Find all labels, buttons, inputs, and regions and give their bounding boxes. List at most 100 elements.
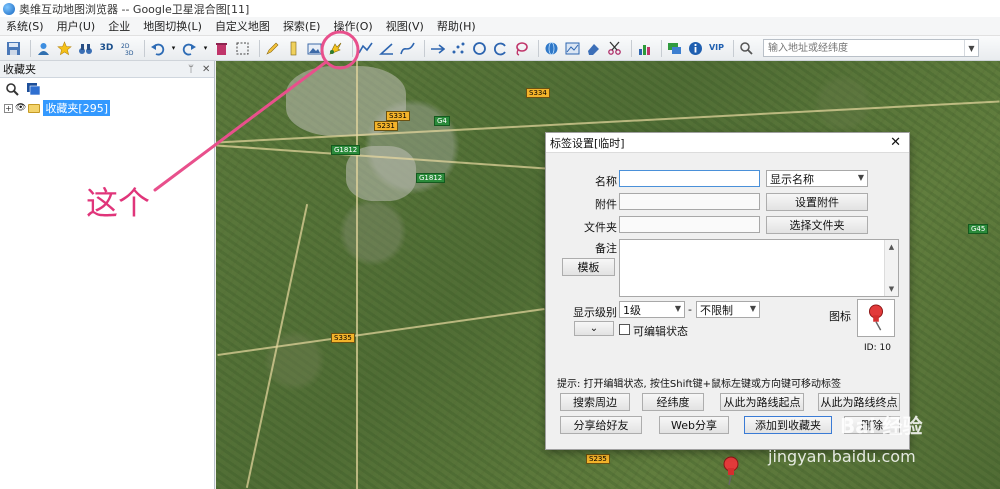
- route-start-button[interactable]: 从此为路线起点: [720, 393, 804, 411]
- baidu-watermark-url: jingyan.baidu.com: [768, 447, 916, 466]
- dialog-body: 名称 显示名称 ▼ 附件 设置附件 文件夹 选择文件夹 备注 模板 ▲ ▼ 显示…: [546, 153, 909, 449]
- panel-title: 收藏夹: [3, 63, 36, 76]
- road-shield-g1812-east: G1812: [416, 173, 446, 183]
- title-bar: 奥维互动地图浏览器 -- Google卫星混合图[11]: [0, 0, 1000, 17]
- level-from-select[interactable]: 1级 ▼: [619, 301, 685, 318]
- svg-text:3D: 3D: [125, 50, 134, 56]
- favorites-panel-header: 收藏夹 ᛘ ✕: [0, 61, 214, 78]
- pin-icon[interactable]: ᛘ: [188, 64, 194, 75]
- scroll-down-icon[interactable]: ▼: [885, 282, 898, 296]
- lasso-icon[interactable]: [513, 40, 530, 57]
- address-search-input[interactable]: [764, 40, 964, 56]
- info-icon[interactable]: [687, 40, 704, 57]
- pencil-icon[interactable]: [264, 40, 281, 57]
- road-shield-g4: G4: [434, 116, 450, 126]
- menu-map-switch[interactable]: 地图切换(L): [143, 18, 202, 34]
- select-box-icon[interactable]: [234, 40, 251, 57]
- favorites-list-icon[interactable]: [25, 81, 42, 98]
- panel-tools: [0, 78, 214, 100]
- menu-custom-map[interactable]: 自定义地图: [215, 18, 270, 34]
- level-separator: -: [688, 303, 692, 316]
- add-label-icon[interactable]: [327, 40, 344, 57]
- label-settings-dialog: 标签设置[临时] ✕ 名称 显示名称 ▼ 附件 设置附件 文件夹 选择文件夹 备…: [545, 132, 910, 450]
- delete-icon[interactable]: [213, 40, 230, 57]
- route-end-button[interactable]: 从此为路线终点: [818, 393, 900, 411]
- icon-preview[interactable]: [857, 299, 895, 337]
- draw-angle-icon[interactable]: [378, 40, 395, 57]
- choose-folder-button[interactable]: 选择文件夹: [766, 216, 868, 234]
- favorites-panel: 收藏夹 ᛘ ✕ + 👁 收藏夹[295]: [0, 61, 215, 489]
- window-title: 奥维互动地图浏览器 -- Google卫星混合图[11]: [19, 2, 250, 16]
- search-nearby-button[interactable]: 搜索周边: [560, 393, 630, 411]
- vip-icon[interactable]: VIP: [708, 40, 725, 57]
- menu-help[interactable]: 帮助(H): [437, 18, 476, 34]
- add-favorite-button[interactable]: 添加到收藏夹: [744, 416, 832, 434]
- user-icon[interactable]: [35, 40, 52, 57]
- level-to-select[interactable]: 不限制 ▼: [696, 301, 760, 318]
- undo-dropdown-icon[interactable]: ▾: [170, 40, 177, 57]
- set-attachment-button[interactable]: 设置附件: [766, 193, 868, 211]
- close-panel-icon[interactable]: ✕: [202, 64, 210, 75]
- menu-bar: 系统(S) 用户(U) 企业 地图切换(L) 自定义地图 探索(E) 操作(O)…: [0, 17, 1000, 36]
- menu-view[interactable]: 视图(V): [386, 18, 424, 34]
- menu-explore[interactable]: 探索(E): [283, 18, 321, 34]
- route-icon[interactable]: [429, 40, 446, 57]
- map-window-icon[interactable]: [564, 40, 581, 57]
- map-pin-icon[interactable]: [720, 456, 742, 486]
- red-pin-icon: [869, 304, 883, 331]
- road-shield-s331: S331: [386, 111, 410, 121]
- attachment-input[interactable]: [619, 193, 760, 210]
- draw-curve-icon[interactable]: [399, 40, 416, 57]
- expand-toggle-button[interactable]: ⌄: [574, 321, 614, 336]
- editable-checkbox[interactable]: [619, 324, 630, 335]
- note-scrollbar[interactable]: ▲ ▼: [884, 240, 898, 296]
- binoculars-icon[interactable]: [77, 40, 94, 57]
- chart-icon[interactable]: [636, 40, 653, 57]
- address-search-box[interactable]: ▼: [763, 39, 979, 57]
- tree-root-row[interactable]: + 👁 收藏夹[295]: [0, 100, 214, 116]
- web-share-button[interactable]: Web分享: [659, 416, 729, 434]
- points-icon[interactable]: [450, 40, 467, 57]
- search-favorites-icon[interactable]: [4, 81, 21, 98]
- image-icon[interactable]: [306, 40, 323, 57]
- redo-icon[interactable]: [181, 40, 198, 57]
- globe-icon[interactable]: [543, 40, 560, 57]
- dialog-title-bar: 标签设置[临时] ✕: [546, 133, 909, 153]
- icon-label: 图标: [829, 310, 851, 323]
- menu-operation[interactable]: 操作(O): [333, 18, 372, 34]
- tree-root-label[interactable]: 收藏夹[295]: [43, 100, 111, 116]
- scissors-icon[interactable]: [606, 40, 623, 57]
- folder-input[interactable]: [619, 216, 760, 233]
- folder-icon: [28, 103, 41, 113]
- share-friend-button[interactable]: 分享给好友: [560, 416, 642, 434]
- 3d-view-icon[interactable]: 3D: [98, 40, 115, 57]
- search-icon[interactable]: [738, 40, 755, 57]
- latlon-button[interactable]: 经纬度: [642, 393, 704, 411]
- attachment-label: 附件: [595, 198, 617, 211]
- rotate-icon[interactable]: [492, 40, 509, 57]
- display-level-label: 显示级别: [573, 306, 617, 319]
- display-name-select[interactable]: 显示名称 ▼: [766, 170, 868, 187]
- draw-line-icon[interactable]: [357, 40, 374, 57]
- chat-icon[interactable]: [666, 40, 683, 57]
- menu-user[interactable]: 用户(U): [57, 18, 96, 34]
- circle-icon[interactable]: [471, 40, 488, 57]
- redo-dropdown-icon[interactable]: ▾: [202, 40, 209, 57]
- undo-icon[interactable]: [149, 40, 166, 57]
- save-icon[interactable]: [5, 40, 22, 57]
- eye-icon[interactable]: 👁: [15, 103, 26, 113]
- ruler-icon[interactable]: [285, 40, 302, 57]
- favorite-star-icon[interactable]: [56, 40, 73, 57]
- template-button[interactable]: 模板: [562, 258, 615, 276]
- search-dropdown-icon[interactable]: ▼: [964, 40, 978, 56]
- tree-expand-icon[interactable]: +: [4, 103, 13, 113]
- dialog-close-icon[interactable]: ✕: [890, 135, 901, 150]
- menu-enterprise[interactable]: 企业: [108, 18, 130, 34]
- 2d-3d-switch-icon[interactable]: 2D 3D: [119, 40, 136, 57]
- scroll-up-icon[interactable]: ▲: [885, 240, 898, 254]
- eraser-icon[interactable]: [585, 40, 602, 57]
- note-textarea[interactable]: ▲ ▼: [619, 239, 899, 297]
- name-input[interactable]: [619, 170, 760, 187]
- menu-system[interactable]: 系统(S): [6, 18, 44, 34]
- app-globe-icon: [3, 2, 15, 15]
